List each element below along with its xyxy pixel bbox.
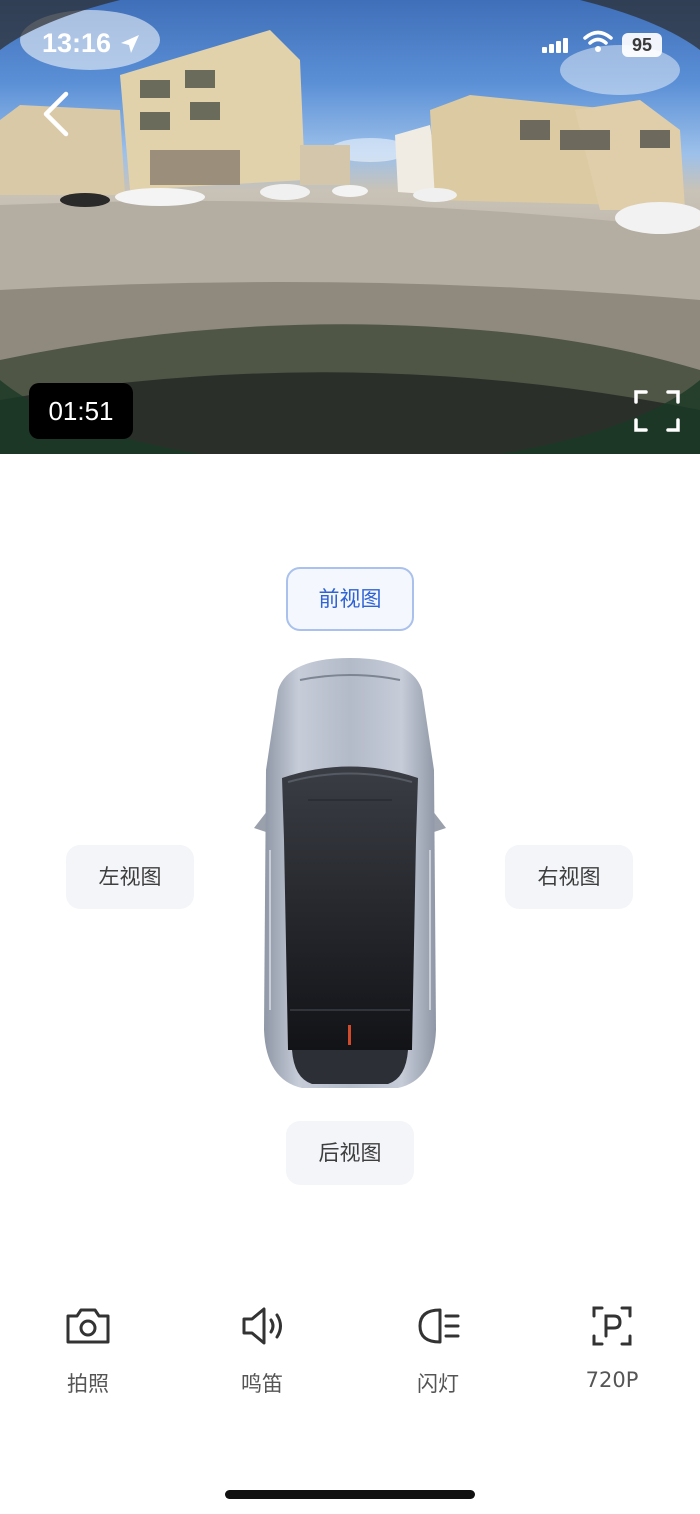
battery-icon: 95	[622, 33, 662, 57]
resolution-button[interactable]: 720P	[552, 1300, 672, 1400]
rear-view-button[interactable]: 后视图	[286, 1121, 414, 1185]
speaker-icon	[242, 1307, 282, 1345]
resolution-label: 720P	[585, 1368, 639, 1392]
status-time: 13:16	[42, 28, 112, 58]
recording-timer: 01:51	[29, 383, 133, 439]
wifi-icon	[583, 30, 613, 52]
fullscreen-icon[interactable]	[630, 386, 684, 436]
camera-feed[interactable]: 13:16 95 01:51	[0, 0, 700, 454]
back-chevron-icon[interactable]	[30, 86, 86, 142]
cellular-signal-icon	[542, 38, 568, 53]
home-indicator	[225, 1490, 475, 1499]
resolution-icon	[592, 1306, 632, 1346]
photo-button[interactable]: 拍照	[28, 1300, 148, 1400]
headlight-icon	[418, 1308, 460, 1344]
photo-label: 拍照	[67, 1372, 109, 1396]
flash-lights-button[interactable]: 闪灯	[378, 1300, 498, 1400]
flash-label: 闪灯	[417, 1372, 459, 1396]
front-view-button[interactable]: 前视图	[286, 567, 414, 631]
status-bar: 13:16 95	[0, 0, 700, 90]
horn-label: 鸣笛	[241, 1372, 283, 1396]
car-top-view-image	[254, 658, 446, 1088]
right-view-button[interactable]: 右视图	[505, 845, 633, 909]
location-arrow-icon	[121, 35, 139, 53]
left-view-button[interactable]: 左视图	[66, 845, 194, 909]
camera-icon	[66, 1308, 110, 1344]
app-root: 13:16 95 01:51 前视图 左视图 右视图 后视图 拍照 鸣笛 闪灯 …	[0, 0, 700, 1514]
horn-button[interactable]: 鸣笛	[202, 1300, 322, 1400]
